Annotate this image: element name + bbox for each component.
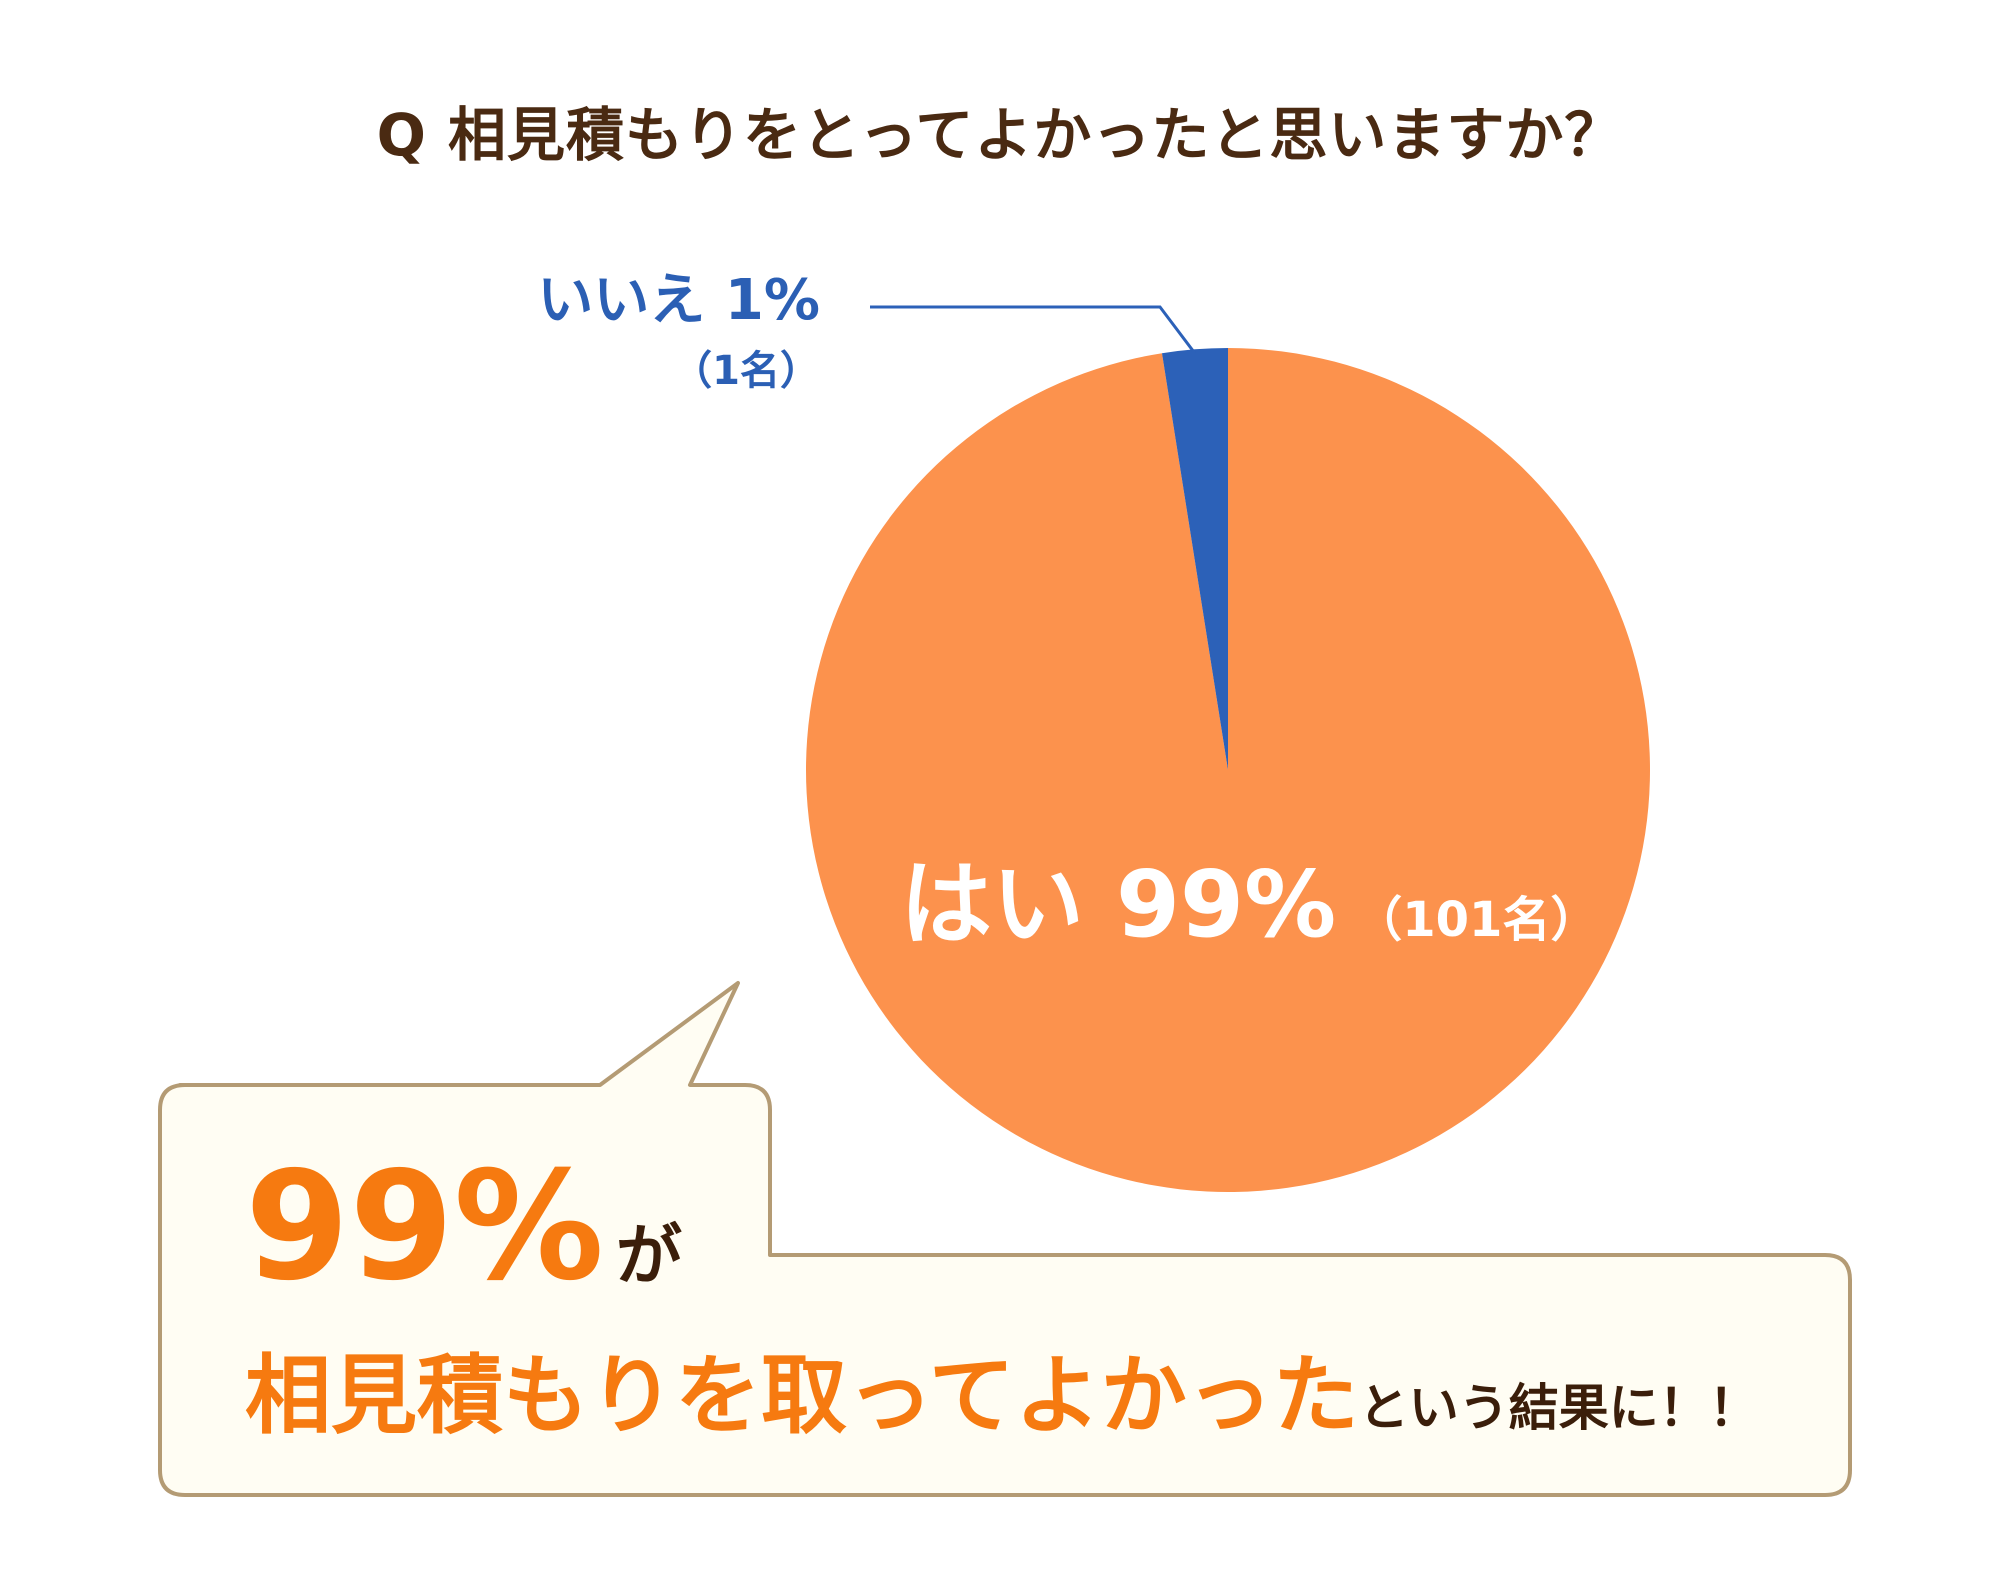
callout-percent: 99% xyxy=(245,1140,605,1314)
callout-suffix: という結果に！！ xyxy=(1358,1379,1759,1437)
callout-ga: が xyxy=(616,1217,683,1294)
callout-message: 相見積もりを取ってよかったという結果に！！ xyxy=(245,1325,1759,1450)
callout-highlight: 相見積もりを取ってよかった xyxy=(245,1346,1359,1446)
callout-headline: 99% が xyxy=(245,1140,682,1314)
